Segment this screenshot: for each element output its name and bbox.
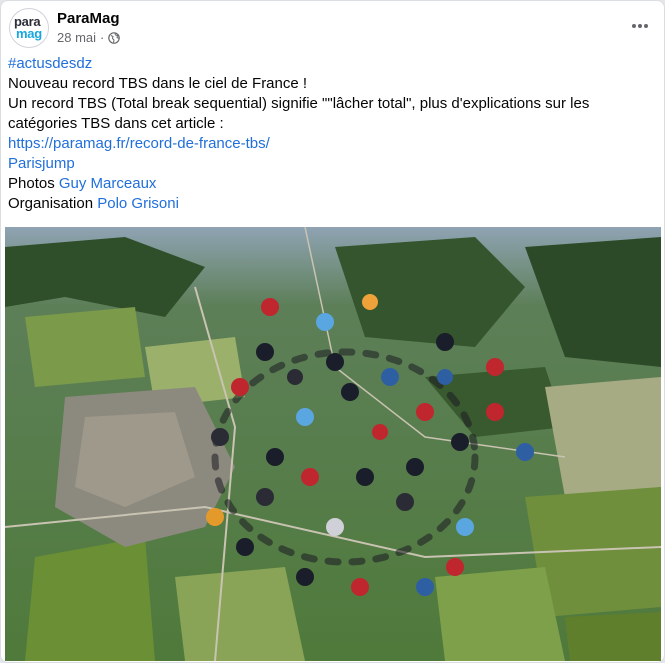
page-name[interactable]: ParaMag (57, 10, 120, 27)
more-options-icon[interactable] (628, 16, 652, 36)
avatar-text-mag: mag (16, 26, 42, 41)
post-header: para mag ParaMag 28 mai · (9, 8, 654, 48)
post-photo[interactable] (5, 227, 661, 661)
post-line-2: Un record TBS (Total break sequential) s… (8, 95, 590, 132)
post-line-1: Nouveau record TBS dans le ciel de Franc… (8, 75, 308, 92)
avatar[interactable]: para mag (9, 8, 49, 48)
post-text: #actusdesdz Nouveau record TBS dans le c… (8, 54, 656, 214)
organisation-label: Organisation (8, 195, 94, 212)
photos-label: Photos (8, 175, 55, 192)
tag-link[interactable]: Parisjump (8, 155, 75, 172)
article-link[interactable]: https://paramag.fr/record-de-france-tbs/ (8, 135, 270, 152)
organiser-link[interactable]: Polo Grisoni (97, 195, 179, 212)
globe-icon[interactable] (108, 31, 121, 44)
post-date[interactable]: 28 mai (57, 30, 96, 45)
photographer-link[interactable]: Guy Marceaux (59, 175, 157, 192)
post-meta: 28 mai · (57, 30, 121, 45)
facebook-post: para mag ParaMag 28 mai · #actusdesdz No… (0, 0, 665, 663)
meta-separator: · (100, 30, 105, 45)
hashtag-link[interactable]: #actusdesdz (8, 55, 92, 72)
